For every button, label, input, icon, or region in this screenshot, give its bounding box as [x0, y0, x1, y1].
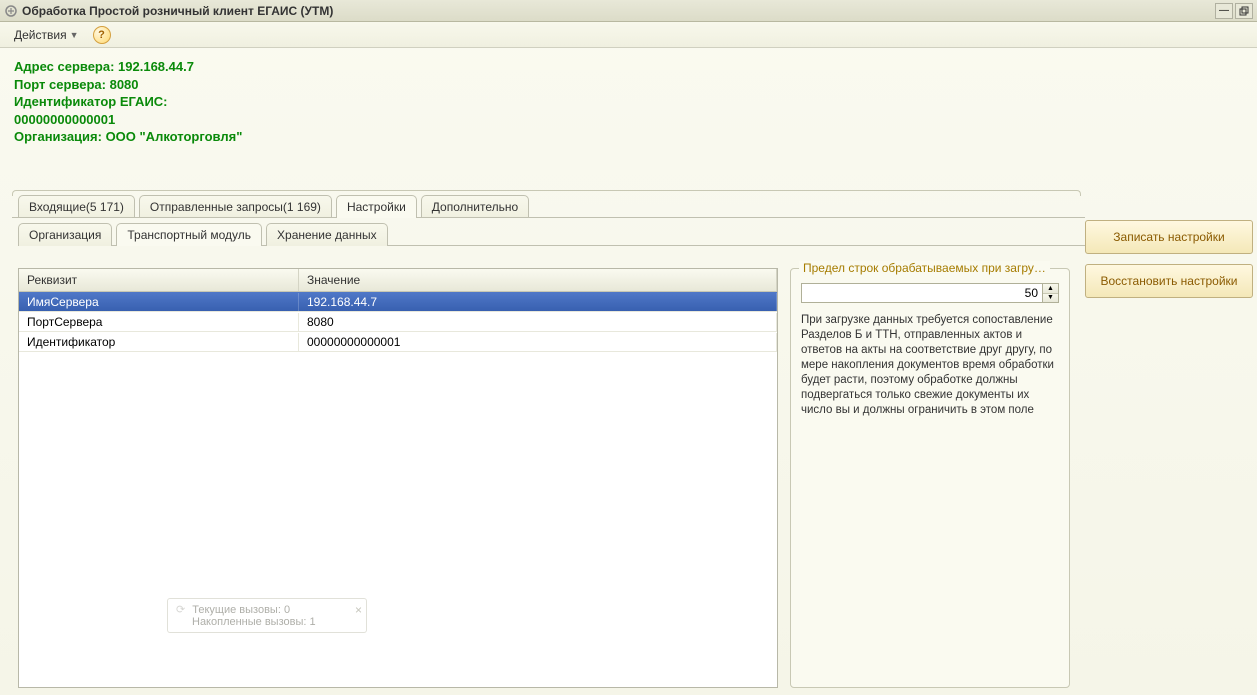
table-row[interactable]: Идентификатор 00000000000001 [19, 332, 777, 352]
close-icon[interactable]: × [355, 603, 362, 617]
tooltip-current: Текущие вызовы: 0 [192, 604, 290, 616]
tab-settings[interactable]: Настройки [336, 195, 417, 218]
row-limit-description: При загрузке данных требуется сопоставле… [801, 313, 1059, 418]
restore-settings-button[interactable]: Восстановить настройки [1085, 264, 1253, 298]
cell-name: ПортСервера [19, 313, 299, 331]
tabs-inner: Организация Транспортный модуль Хранение… [18, 223, 1085, 246]
tooltip-accumulated: Накопленные вызовы: 1 [192, 616, 316, 628]
tab-incoming[interactable]: Входящие(5 171) [18, 195, 135, 218]
row-limit-fieldset: Предел строк обрабатываемых при загру… ▲… [790, 268, 1070, 688]
cell-value: 192.168.44.7 [299, 293, 777, 311]
minimize-button[interactable]: — [1215, 3, 1233, 19]
cell-name: ИмяСервера [19, 293, 299, 311]
col-value[interactable]: Значение [299, 269, 777, 291]
actions-menu[interactable]: Действия ▼ [8, 25, 85, 45]
tab-additional[interactable]: Дополнительно [421, 195, 529, 218]
table-row[interactable]: ПортСервера 8080 [19, 312, 777, 332]
info-egais-id-value: 00000000000001 [14, 111, 1243, 129]
save-settings-button[interactable]: Записать настройки [1085, 220, 1253, 254]
info-egais-id-label: Идентификатор ЕГАИС: [14, 93, 1243, 111]
side-buttons: Записать настройки Восстановить настройк… [1085, 190, 1257, 695]
info-organization: Организация: ООО "Алкоторговля" [14, 128, 1243, 146]
tabs-outer: Входящие(5 171) Отправленные запросы(1 1… [12, 195, 1085, 218]
cell-value: 00000000000001 [299, 333, 777, 351]
spinner-up-icon[interactable]: ▲ [1043, 284, 1058, 294]
info-server-port: Порт сервера: 8080 [14, 76, 1243, 94]
tab-organization[interactable]: Организация [18, 223, 112, 246]
toolbar: Действия ▼ ? [0, 22, 1257, 48]
table-row[interactable]: ИмяСервера 192.168.44.7 [19, 292, 777, 312]
col-requisite[interactable]: Реквизит [19, 269, 299, 291]
maximize-button[interactable] [1235, 3, 1253, 19]
tab-sent-requests[interactable]: Отправленные запросы(1 169) [139, 195, 332, 218]
app-icon [4, 4, 18, 18]
cell-value: 8080 [299, 313, 777, 331]
refresh-icon: ⟳ [176, 604, 185, 616]
table-header: Реквизит Значение [19, 269, 777, 292]
spinner-down-icon[interactable]: ▼ [1043, 294, 1058, 303]
cell-name: Идентификатор [19, 333, 299, 351]
info-server-address: Адрес сервера: 192.168.44.7 [14, 58, 1243, 76]
chevron-down-icon: ▼ [70, 30, 79, 40]
tab-data-storage[interactable]: Хранение данных [266, 223, 388, 246]
calls-tooltip: ⟳ Текущие вызовы: 0 Накопленные вызовы: … [167, 598, 367, 633]
help-icon[interactable]: ? [93, 26, 111, 44]
actions-label: Действия [14, 28, 67, 42]
row-limit-legend: Предел строк обрабатываемых при загру… [799, 261, 1050, 275]
tab-transport-module[interactable]: Транспортный модуль [116, 223, 262, 246]
title-bar: Обработка Простой розничный клиент ЕГАИС… [0, 0, 1257, 22]
server-info: Адрес сервера: 192.168.44.7 Порт сервера… [0, 48, 1257, 158]
window-title: Обработка Простой розничный клиент ЕГАИС… [22, 4, 333, 18]
settings-table: Реквизит Значение ИмяСервера 192.168.44.… [18, 268, 778, 688]
row-limit-input[interactable] [801, 283, 1043, 303]
